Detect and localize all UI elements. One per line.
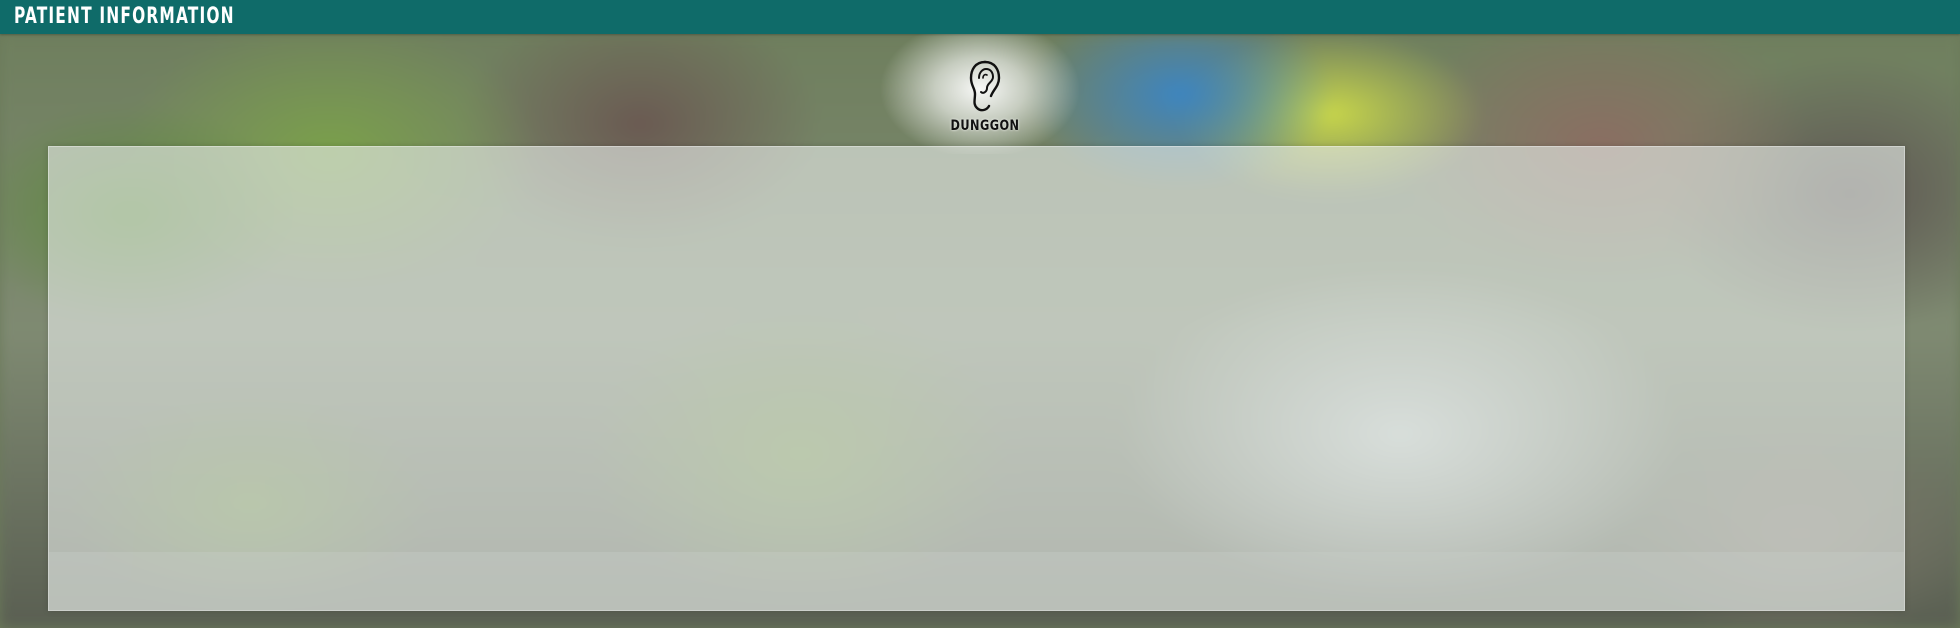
page-title: PATIENT INFORMATION <box>14 4 235 29</box>
brand-logo: DUNGGON <box>940 58 1030 144</box>
brand-name: DUNGGON <box>950 118 1020 134</box>
panel-footer-strip <box>49 552 1904 610</box>
top-header-bar: PATIENT INFORMATION <box>0 0 1960 34</box>
ear-icon <box>969 60 1001 112</box>
main-content-panel <box>48 146 1905 611</box>
